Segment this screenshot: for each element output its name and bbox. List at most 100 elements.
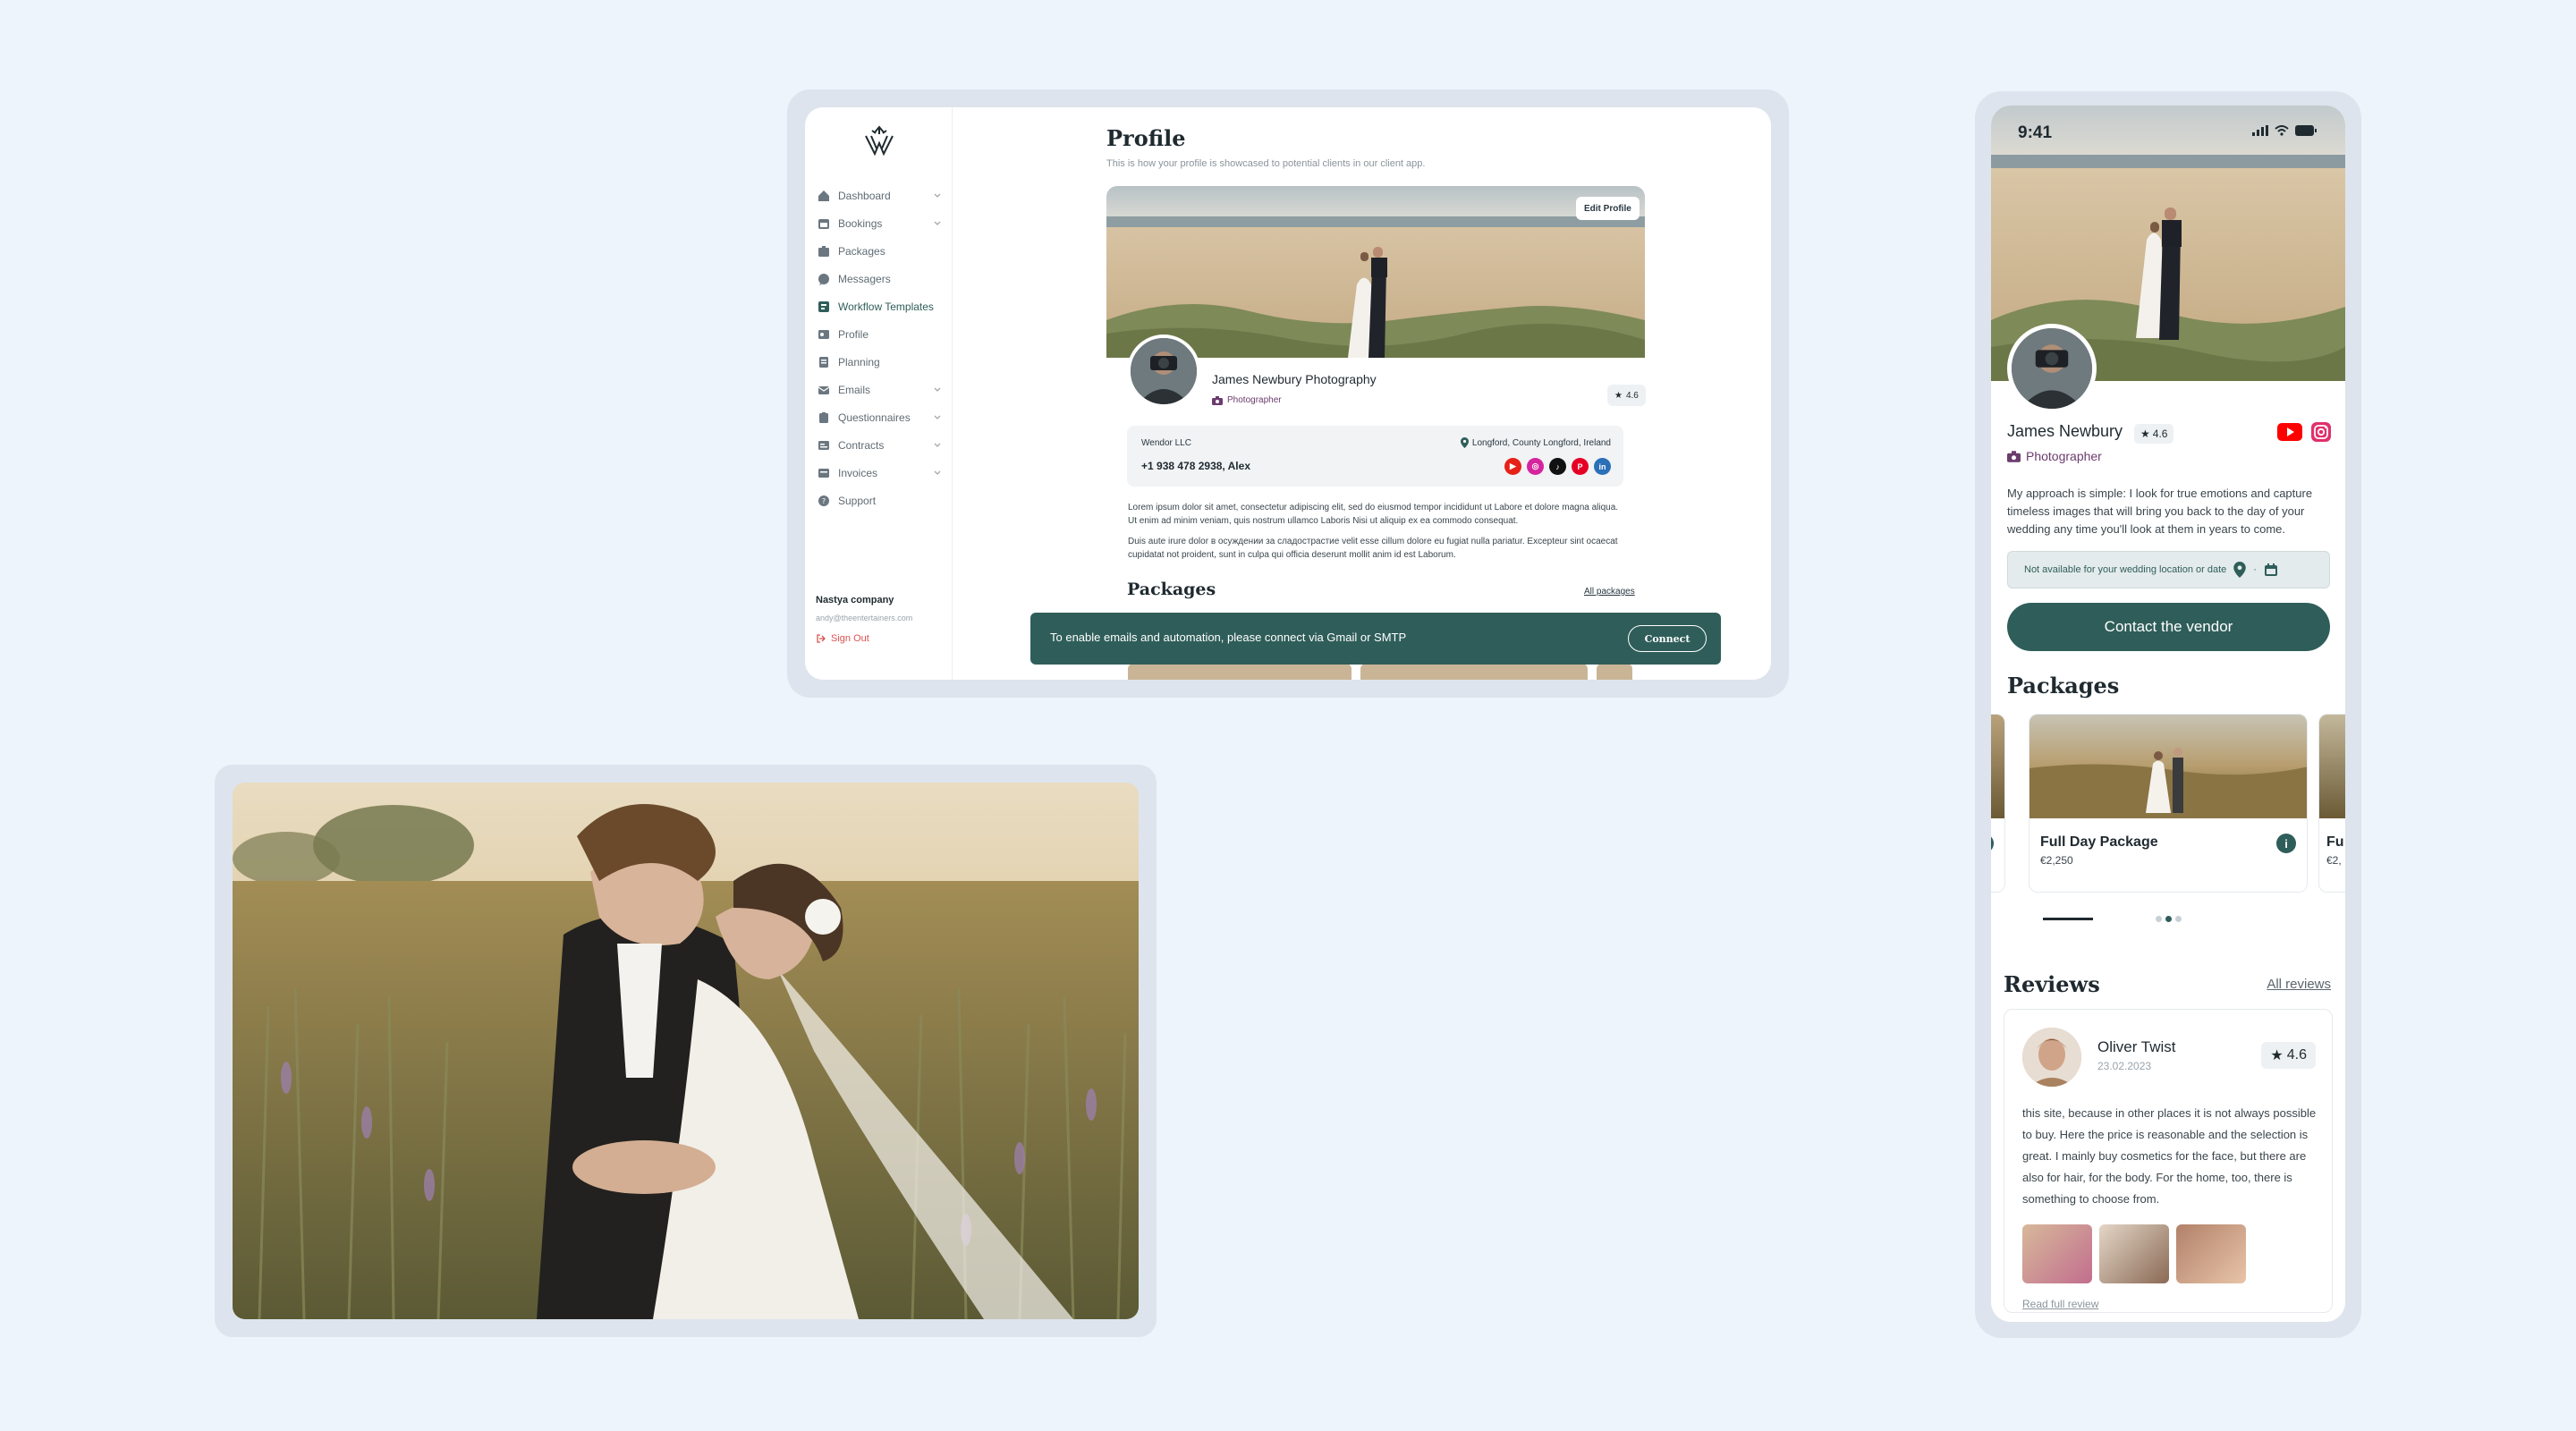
- reviews-heading: Reviews: [2004, 971, 2100, 997]
- package-card-prev[interactable]: i: [1991, 714, 2005, 893]
- carousel-progress: [2043, 918, 2093, 920]
- star-icon: ★: [2140, 428, 2150, 440]
- package-image: [2319, 715, 2345, 818]
- sidebar: Dashboard Bookings Packages Messagers Workfl…: [805, 107, 953, 680]
- sidebar-item-emails[interactable]: Emails: [818, 380, 947, 400]
- bio-paragraph: Duis aute irure dolor в осуждении за сла…: [1128, 537, 1618, 560]
- chevron-down-icon: [934, 193, 941, 198]
- youtube-icon[interactable]: ▶: [1504, 458, 1521, 475]
- packages-heading: Packages: [2007, 673, 2120, 699]
- bio-paragraph: Lorem ipsum dolor sit amet, consectetur …: [1128, 503, 1619, 526]
- beach-couple-photo: [1106, 186, 1645, 358]
- star-icon: ★: [1614, 390, 1623, 401]
- sidebar-item-invoices[interactable]: Invoices: [818, 463, 947, 483]
- carousel-dot-active[interactable]: [2165, 916, 2172, 922]
- connect-button[interactable]: Connect: [1628, 625, 1707, 652]
- sidebar-item-packages[interactable]: Packages: [818, 241, 947, 261]
- desktop-screen: Dashboard Bookings Packages Messagers Workfl…: [805, 107, 1771, 680]
- package-icon: [818, 245, 830, 258]
- photographer-avatar: [2012, 328, 2092, 409]
- availability-label: Not available for your wedding location …: [2024, 564, 2227, 575]
- rating-badge: ★ 4.6: [1607, 385, 1646, 406]
- sidebar-item-questionnaires[interactable]: Questionnaires: [818, 408, 947, 428]
- packages-heading: Packages: [1127, 580, 1216, 599]
- read-full-review-link[interactable]: Read full review: [2022, 1298, 2098, 1310]
- desktop-mockup-frame: Dashboard Bookings Packages Messagers Workfl…: [787, 89, 1789, 698]
- main-content: Profile This is how your profile is show…: [953, 107, 1771, 680]
- package-title: Full Day Package: [2040, 834, 2158, 850]
- couple-in-meadow-image: [233, 783, 1139, 1319]
- edit-profile-button[interactable]: Edit Profile: [1576, 197, 1640, 220]
- package-card-next[interactable]: Fu €2,: [2318, 714, 2345, 893]
- linkedin-icon[interactable]: in: [1594, 458, 1611, 475]
- review-photo[interactable]: [2022, 1224, 2092, 1283]
- info-icon[interactable]: i: [1991, 834, 1994, 853]
- status-bar-icons: [2252, 125, 2317, 136]
- chevron-down-icon: [934, 415, 941, 419]
- package-thumbnail[interactable]: [1128, 664, 1352, 680]
- all-packages-link[interactable]: All packages: [1584, 587, 1635, 597]
- sidebar-item-dashboard[interactable]: Dashboard: [818, 186, 947, 206]
- home-icon: [818, 190, 830, 202]
- sidebar-item-label: Bookings: [838, 217, 883, 230]
- wedding-couple-photo: [233, 783, 1139, 1319]
- carousel-dot[interactable]: [2156, 916, 2162, 922]
- sidebar-item-label: Support: [838, 495, 877, 507]
- review-rating-value: 4.6: [2286, 1047, 2307, 1063]
- vendor-role-label: Photographer: [1227, 395, 1282, 405]
- photographer-avatar: [1131, 338, 1197, 404]
- sidebar-item-label: Emails: [838, 384, 871, 396]
- planning-icon: [818, 356, 830, 368]
- workflow-icon: [818, 301, 830, 313]
- instagram-icon[interactable]: [2311, 422, 2331, 442]
- youtube-icon[interactable]: [2277, 423, 2302, 441]
- package-thumbnail[interactable]: [1597, 664, 1632, 680]
- package-card[interactable]: Full Day Package €2,250 i: [2029, 714, 2308, 893]
- package-price: €2,: [2326, 854, 2342, 867]
- vendor-display-name: James Newbury Photography: [1212, 372, 1377, 386]
- sidebar-item-profile[interactable]: Profile: [818, 325, 947, 344]
- sidebar-item-planning[interactable]: Planning: [818, 352, 947, 372]
- package-image: [1991, 715, 2004, 818]
- tiktok-icon[interactable]: ♪: [1549, 458, 1566, 475]
- all-reviews-link[interactable]: All reviews: [2267, 977, 2331, 992]
- info-icon[interactable]: i: [2276, 834, 2296, 853]
- camera-icon: [1212, 395, 1223, 405]
- package-thumbnail[interactable]: [1360, 664, 1588, 680]
- battery-icon: [2295, 125, 2317, 136]
- review-card: Oliver Twist 23.02.2023 ★ 4.6 this site,…: [2004, 1009, 2333, 1313]
- pinterest-icon[interactable]: P: [1572, 458, 1589, 475]
- separator-dot: ·: [2253, 564, 2257, 575]
- availability-notice[interactable]: Not available for your wedding location …: [2007, 551, 2330, 588]
- avatar: [2007, 324, 2097, 413]
- sidebar-item-bookings[interactable]: Bookings: [818, 214, 947, 233]
- package-title: Fu: [2326, 834, 2344, 850]
- carousel-dot[interactable]: [2175, 916, 2182, 922]
- page-title: Profile: [1106, 125, 1186, 151]
- vendor-company: Wendor LLC: [1141, 438, 1191, 448]
- instagram-icon[interactable]: ◎: [1527, 458, 1544, 475]
- sidebar-item-messagers[interactable]: Messagers: [818, 269, 947, 289]
- status-bar-time: 9:41: [2018, 123, 2053, 142]
- chevron-down-icon: [934, 387, 941, 392]
- star-icon: ★: [2270, 1048, 2284, 1063]
- review-date: 23.02.2023: [2097, 1060, 2152, 1072]
- sidebar-item-label: Questionnaires: [838, 411, 911, 424]
- vendor-bio: My approach is simple: I look for true e…: [2007, 487, 2313, 536]
- review-photo[interactable]: [2176, 1224, 2246, 1283]
- connect-email-banner: To enable emails and automation, please …: [1030, 613, 1721, 665]
- wedding-rings-logo[interactable]: [859, 123, 900, 159]
- contact-vendor-button[interactable]: Contact the vendor: [2007, 603, 2330, 651]
- sidebar-item-workflow-templates[interactable]: Workflow Templates: [818, 297, 947, 317]
- couple-field-image: [2029, 715, 2307, 818]
- calendar-icon: [2264, 563, 2277, 576]
- help-icon: ?: [818, 495, 830, 507]
- sidebar-item-support[interactable]: ? Support: [818, 491, 947, 511]
- phone-screen: 9:41 James Newbury ★ 4.6 Photographer My…: [1991, 106, 2345, 1322]
- sidebar-item-contracts[interactable]: Contracts: [818, 436, 947, 455]
- review-rating-badge: ★ 4.6: [2261, 1042, 2316, 1069]
- contract-icon: [818, 439, 830, 452]
- sign-out-link[interactable]: Sign Out: [816, 633, 869, 644]
- vendor-role: Photographer: [1212, 395, 1282, 405]
- review-photo[interactable]: [2099, 1224, 2169, 1283]
